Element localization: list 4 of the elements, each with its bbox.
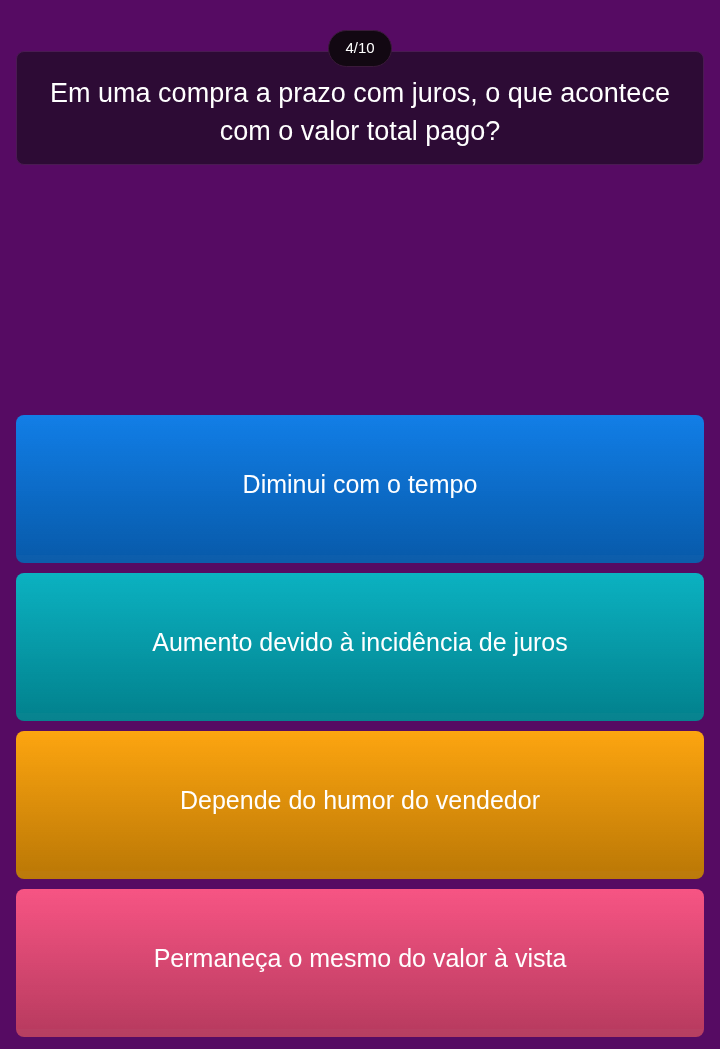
answer-button[interactable]: Depende do humor do vendedor xyxy=(16,731,704,879)
answer-button[interactable]: Aumento devido à incidência de juros xyxy=(16,573,704,721)
answer-button[interactable]: Permaneça o mesmo do valor à vista xyxy=(16,889,704,1037)
answer-button[interactable]: Diminui com o tempo xyxy=(16,415,704,563)
